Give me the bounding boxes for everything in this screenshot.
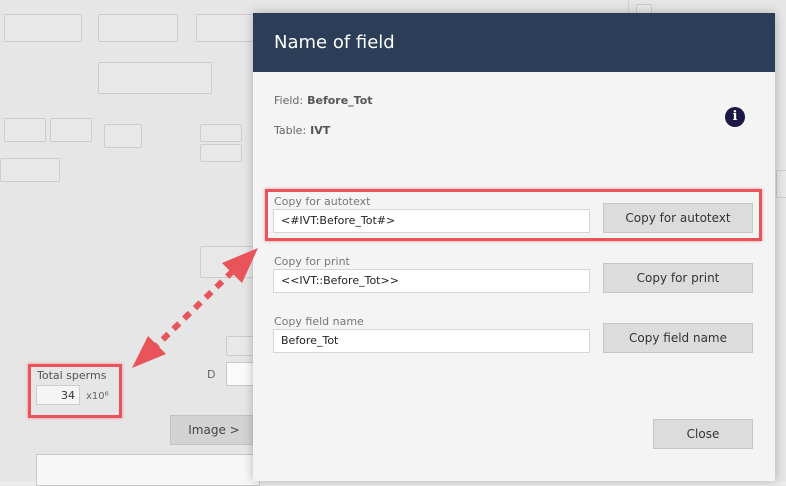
total-sperms-unit: x10⁶ bbox=[86, 391, 109, 402]
close-button[interactable]: Close bbox=[653, 419, 753, 449]
dialog-title: Name of field bbox=[253, 13, 775, 72]
image-button[interactable]: Image > bbox=[170, 415, 258, 445]
info-icon[interactable]: i bbox=[725, 107, 745, 127]
print-label: Copy for print bbox=[274, 255, 350, 268]
field-name-label: Copy field name bbox=[274, 315, 364, 328]
d-label: D bbox=[207, 368, 216, 381]
table-info-value: IVT bbox=[310, 124, 331, 137]
table-info-label: Table: bbox=[274, 124, 307, 137]
table-info: Table: IVT bbox=[274, 124, 330, 137]
field-info-label: Field: bbox=[274, 94, 304, 107]
print-input[interactable]: <<IVT::Before_Tot>> bbox=[273, 269, 590, 293]
name-of-field-dialog: Name of field Field: Before_Tot Table: IVT… bbox=[253, 13, 775, 481]
field-name-input[interactable]: Before_Tot bbox=[273, 329, 590, 353]
field-info: Field: Before_Tot bbox=[274, 94, 373, 107]
copy-for-print-button[interactable]: Copy for print bbox=[603, 263, 753, 293]
copy-for-autotext-button[interactable]: Copy for autotext bbox=[603, 203, 753, 233]
field-info-value: Before_Tot bbox=[307, 94, 373, 107]
total-sperms-input[interactable]: 34 bbox=[36, 385, 80, 405]
autotext-input[interactable]: <#IVT:Before_Tot#> bbox=[273, 209, 590, 233]
bg-text-area bbox=[36, 454, 260, 486]
total-sperms-highlight: Total sperms 34 x10⁶ bbox=[28, 364, 122, 418]
autotext-label: Copy for autotext bbox=[274, 195, 371, 208]
copy-field-name-button[interactable]: Copy field name bbox=[603, 323, 753, 353]
total-sperms-label: Total sperms bbox=[37, 369, 107, 382]
